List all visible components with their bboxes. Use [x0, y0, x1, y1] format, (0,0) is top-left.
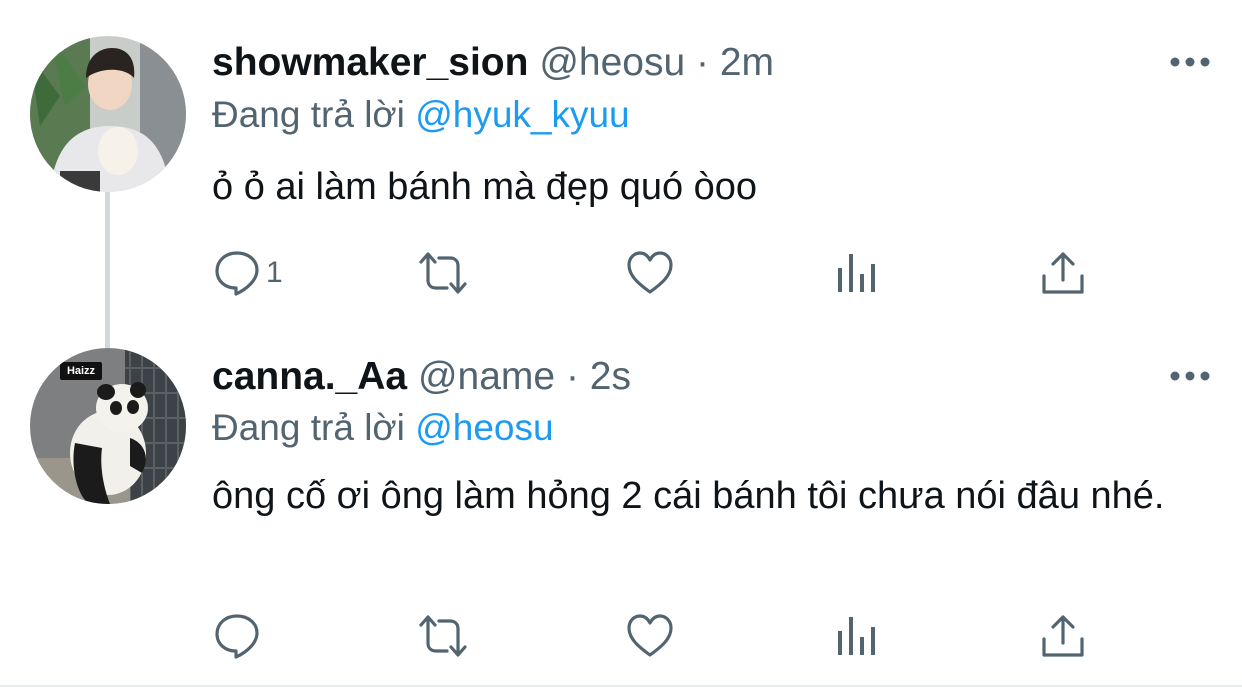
retweet-button[interactable] — [415, 611, 471, 661]
tweet[interactable]: showmaker_sion @heosu · 2m Đang trả lời … — [0, 0, 1242, 330]
bar-chart-icon — [838, 254, 875, 292]
retweet-button[interactable] — [415, 248, 471, 298]
avatar-image — [30, 348, 186, 504]
ellipsis-icon — [1170, 371, 1210, 381]
display-name[interactable]: showmaker_sion — [212, 41, 528, 84]
reply-button[interactable] — [212, 611, 266, 661]
separator-dot: · — [565, 355, 579, 398]
retweet-icon — [419, 615, 467, 657]
more-options-button[interactable] — [1168, 362, 1212, 390]
avatar[interactable]: Haizz — [30, 348, 186, 504]
like-button[interactable] — [625, 248, 675, 298]
tweet-actions: 1 — [212, 248, 1092, 298]
tweet-actions — [212, 611, 1092, 661]
display-name[interactable]: canna._Aa — [212, 355, 407, 398]
views-button[interactable] — [832, 611, 882, 661]
ellipsis-icon — [1170, 57, 1210, 67]
heart-icon — [627, 614, 673, 657]
like-button[interactable] — [625, 611, 675, 661]
tweet[interactable]: Haizz canna._Aa @name · 2s Đang trả lời … — [0, 330, 1242, 685]
share-icon — [1042, 615, 1084, 657]
mention-link[interactable]: @hyuk_kyuu — [415, 94, 629, 135]
tweet-text: ông cố ơi ông làm hỏng 2 cái bánh tôi ch… — [212, 475, 1165, 517]
share-button[interactable] — [1038, 248, 1088, 298]
timestamp[interactable]: 2m — [720, 41, 774, 84]
replying-to: Đang trả lời @heosu — [212, 405, 554, 451]
speech-bubble-icon — [215, 251, 259, 296]
timestamp[interactable]: 2s — [590, 355, 631, 398]
user-handle[interactable]: @name — [418, 355, 555, 398]
separator-dot: · — [696, 41, 710, 84]
user-handle[interactable]: @heosu — [539, 41, 685, 84]
reply-count: 1 — [266, 256, 283, 289]
mention-link[interactable]: @heosu — [415, 407, 553, 448]
retweet-icon — [419, 252, 467, 294]
speech-bubble-icon — [215, 614, 259, 659]
tweet-header: showmaker_sion @heosu · 2m — [212, 40, 774, 90]
replying-to-label: Đang trả lời — [212, 94, 405, 135]
tweet-header: canna._Aa @name · 2s — [212, 354, 631, 404]
replying-to: Đang trả lời @hyuk_kyuu — [212, 92, 630, 138]
avatar-image — [30, 36, 186, 192]
avatar[interactable] — [30, 36, 186, 192]
avatar-badge: Haizz — [66, 365, 96, 377]
views-button[interactable] — [832, 248, 882, 298]
divider — [0, 685, 1242, 687]
bar-chart-icon — [838, 617, 875, 655]
more-options-button[interactable] — [1168, 48, 1212, 76]
replying-to-label: Đang trả lời — [212, 407, 405, 448]
share-icon — [1042, 252, 1084, 294]
reply-button[interactable]: 1 — [212, 248, 283, 298]
tweet-text: ỏ ỏ ai làm bánh mà đẹp quó òoo — [212, 166, 758, 208]
heart-icon — [627, 251, 673, 294]
share-button[interactable] — [1038, 611, 1088, 661]
